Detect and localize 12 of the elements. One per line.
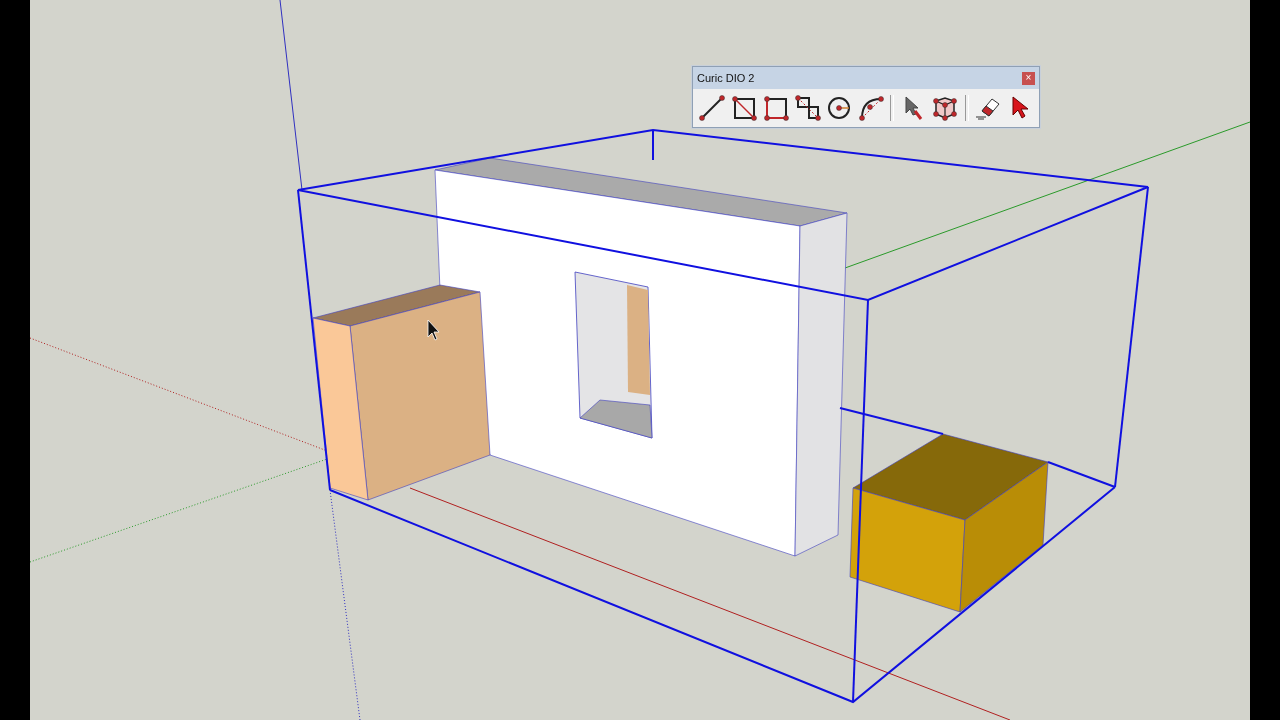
toolbar-title: Curic DIO 2: [697, 72, 755, 84]
line-icon: [699, 95, 726, 121]
tool-button[interactable]: [697, 93, 728, 123]
arc-icon: [857, 95, 884, 121]
circle-icon: [826, 95, 853, 121]
pointer-brush-icon: [902, 95, 925, 121]
3d-viewport[interactable]: Curic DIO 2 ×: [30, 0, 1250, 720]
square-diagonal-icon: [731, 95, 758, 121]
rectangle-icon: [762, 95, 789, 121]
close-button[interactable]: ×: [1022, 71, 1035, 85]
cube-icon: [932, 95, 959, 121]
mouse-cursor-icon: [427, 319, 440, 341]
